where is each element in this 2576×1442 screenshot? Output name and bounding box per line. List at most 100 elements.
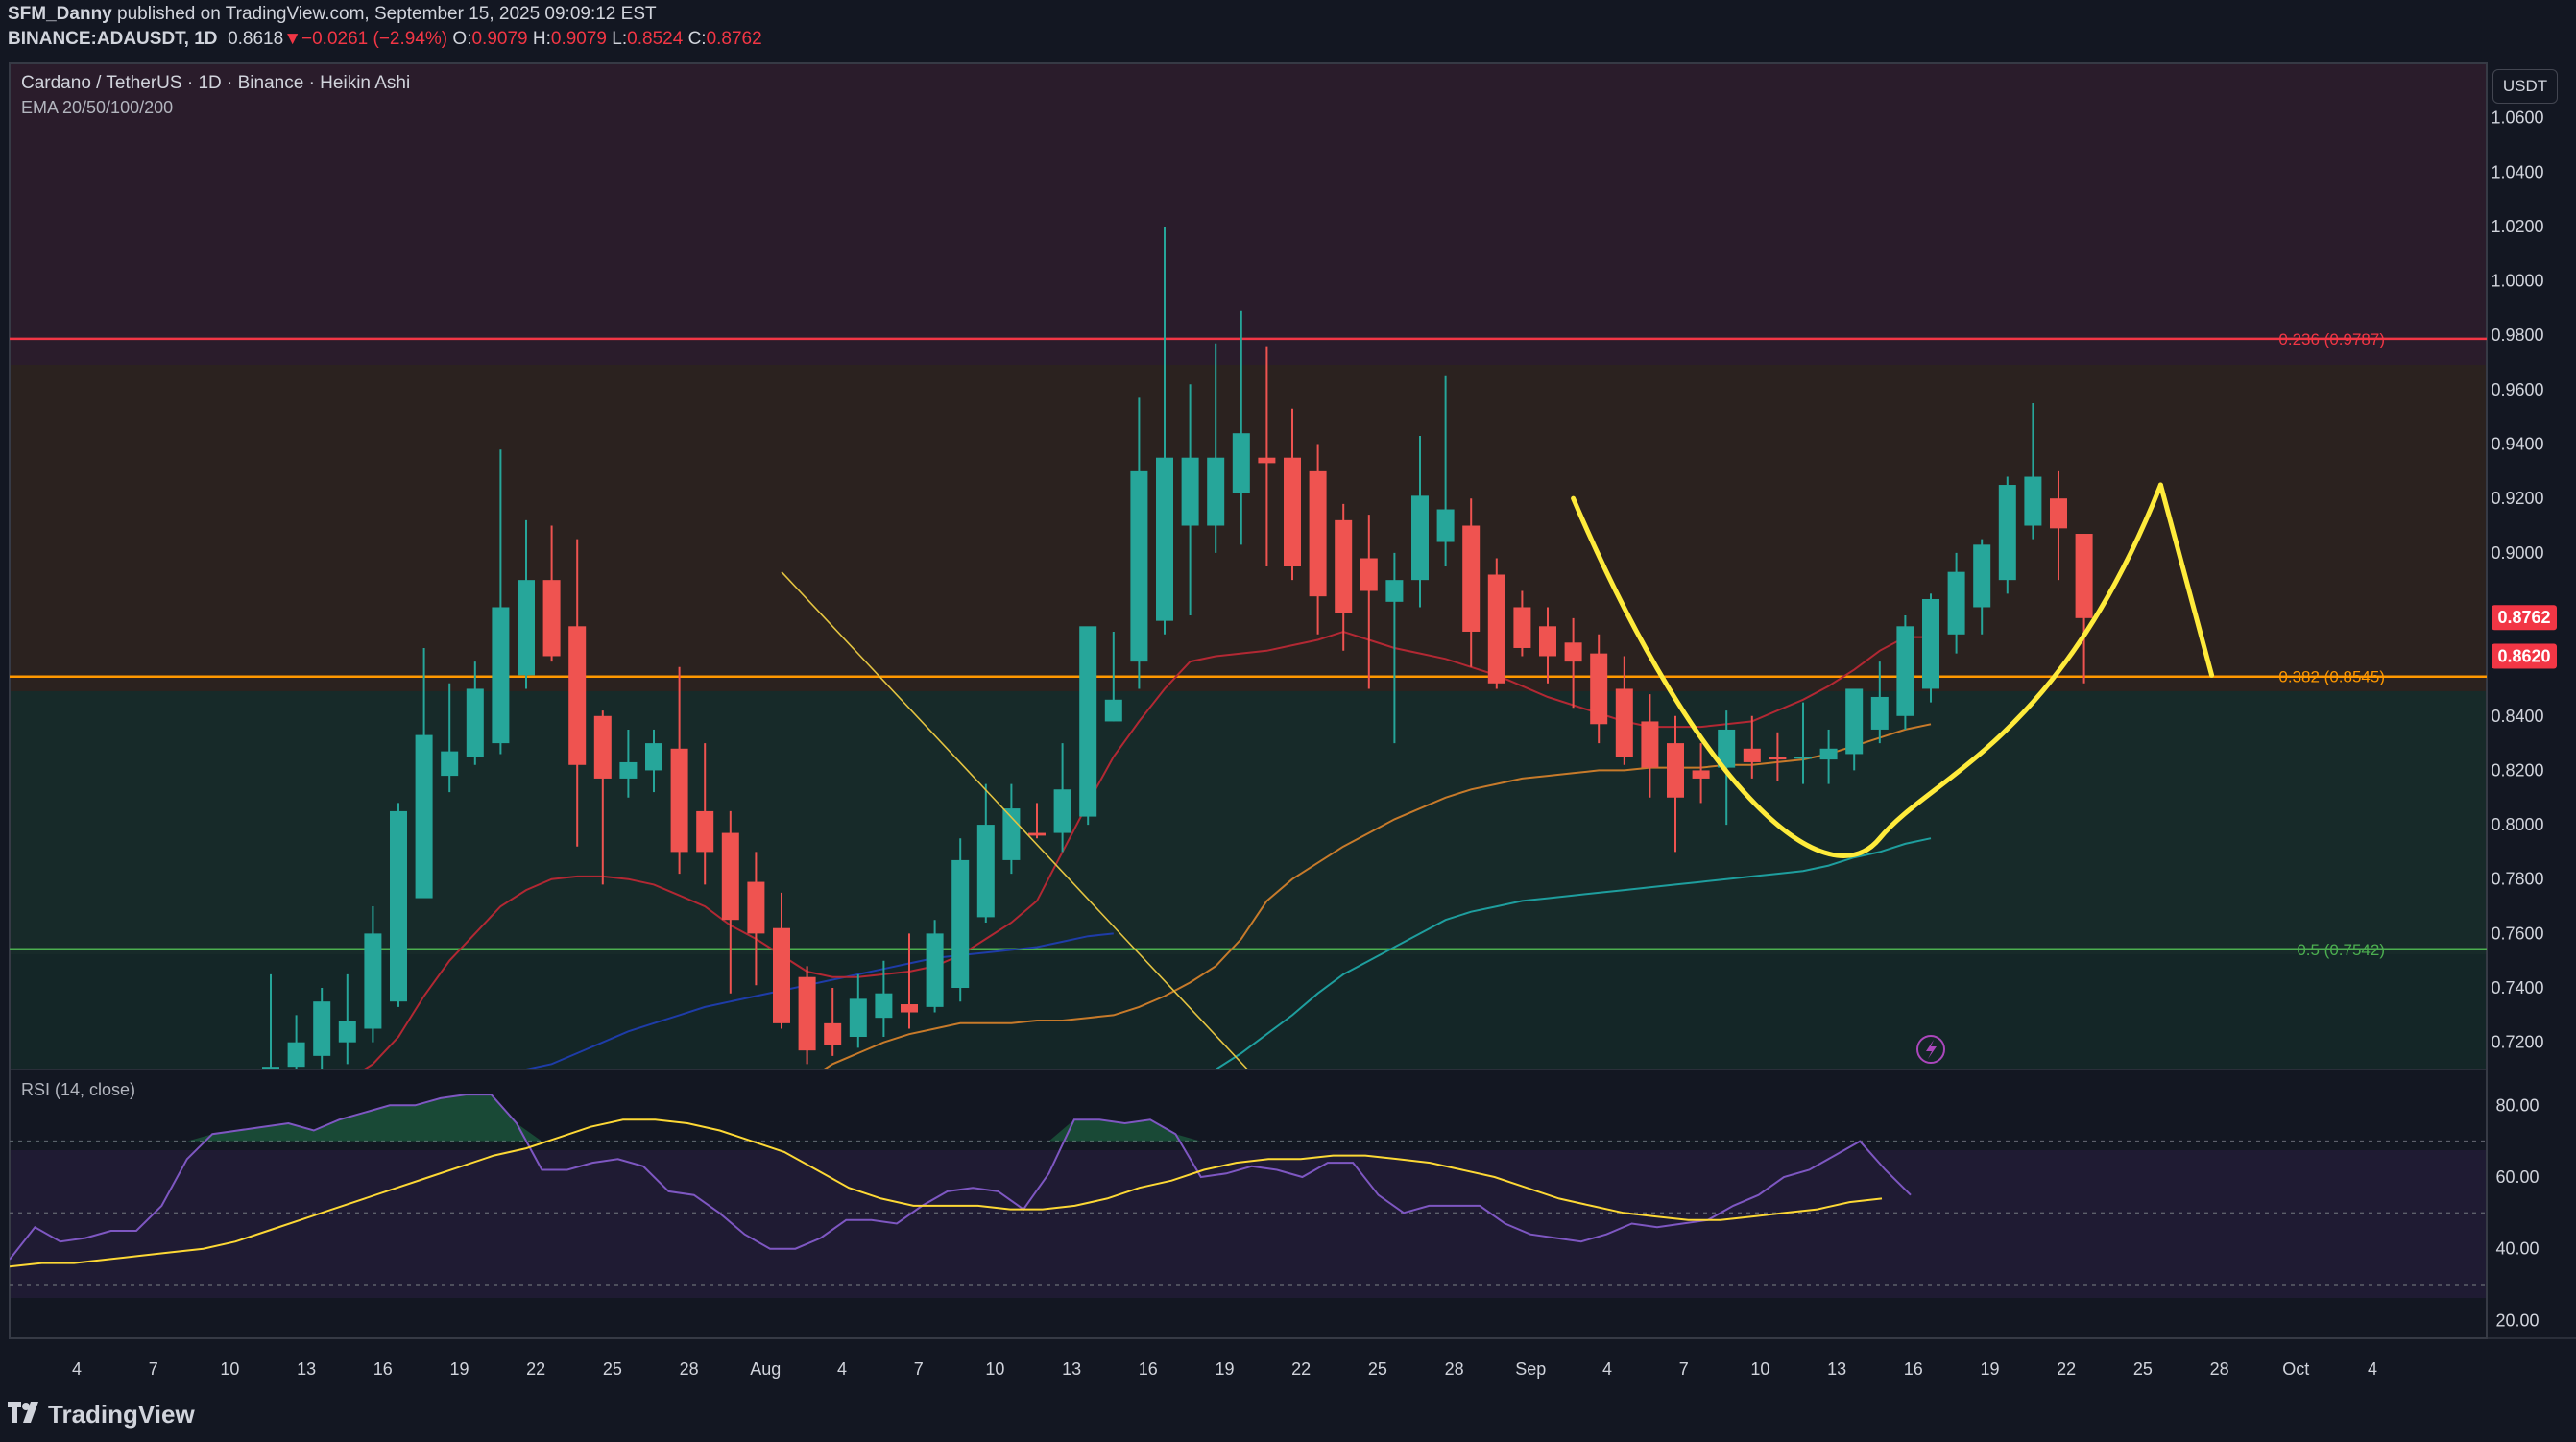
time-tick-label: 4: [837, 1359, 847, 1379]
candle-body: [1130, 470, 1148, 662]
fib-zone-0236: [10, 365, 2487, 691]
time-tick-label: 7: [1679, 1359, 1689, 1379]
time-tick-label: Sep: [1515, 1359, 1546, 1379]
candle[interactable]: [1079, 626, 1097, 826]
time-tick-label: 22: [2057, 1359, 2076, 1379]
price-tick-label: 0.8000: [2491, 815, 2543, 834]
price-tick-label: 0.8400: [2491, 707, 2543, 726]
candle-body: [773, 927, 790, 1023]
candle-body: [1769, 757, 1787, 760]
time-tick-label: 28: [2210, 1359, 2229, 1379]
price-tick-label: 1.0400: [2491, 162, 2543, 181]
candle-body: [313, 1001, 331, 1056]
price-tick-label: 0.7400: [2491, 978, 2543, 997]
price-tick-label: 1.0000: [2491, 272, 2543, 291]
candle-body: [1743, 748, 1761, 762]
candle-body: [441, 751, 459, 777]
time-tick-label: 10: [985, 1359, 1004, 1379]
candle-body: [1947, 571, 1965, 635]
candle-body: [466, 688, 484, 757]
candle-body: [568, 626, 587, 765]
candle-body: [1845, 688, 1864, 755]
candle-body: [1667, 743, 1684, 798]
candle-body: [1692, 770, 1710, 779]
candle[interactable]: [798, 966, 816, 1065]
candle[interactable]: [926, 920, 944, 1013]
fib-zone-top: [10, 63, 2487, 365]
candle-body: [747, 881, 765, 934]
candle[interactable]: [1487, 558, 1505, 689]
price-tick-label: 0.8200: [2491, 760, 2543, 780]
chart-canvas[interactable]: 0.236 (0.9787) 0.382 (0.8545) 0.5 (0.7542)…: [0, 0, 2576, 1442]
price-tick-label: 0.7200: [2491, 1033, 2543, 1052]
price-tick-label: 0.9000: [2491, 543, 2543, 563]
candle-body: [1539, 626, 1556, 657]
candle-body: [1232, 433, 1250, 493]
candle-body: [338, 1021, 356, 1043]
time-tick-label: 13: [1062, 1359, 1081, 1379]
candle-body: [926, 933, 944, 1007]
candle[interactable]: [1922, 593, 1939, 703]
candle-body: [415, 734, 433, 899]
candle-body: [824, 1022, 842, 1045]
candle-body: [1641, 721, 1659, 768]
time-tick-label: 4: [1602, 1359, 1612, 1379]
candle-body: [1513, 607, 1531, 648]
candle-body: [1794, 757, 1812, 759]
candle-body: [1207, 457, 1225, 526]
candle-body: [287, 1042, 305, 1068]
tradingview-brand[interactable]: TradingView: [8, 1400, 195, 1430]
candle-body: [1998, 485, 2016, 581]
time-tick-label: 28: [1445, 1359, 1464, 1379]
time-tick-label: 10: [1750, 1359, 1769, 1379]
rsi-tick-label: 80.00: [2495, 1095, 2539, 1115]
candle-body: [518, 580, 535, 676]
series-title[interactable]: Cardano / TetherUS · 1D · Binance · Heik…: [21, 73, 410, 94]
candle[interactable]: [390, 803, 407, 1007]
candle[interactable]: [1998, 476, 2016, 594]
candle-body: [1258, 457, 1276, 464]
candle-body: [390, 810, 407, 1002]
price-tick-label: 0.9400: [2491, 435, 2543, 454]
candle[interactable]: [1896, 614, 1914, 730]
candle-body: [1028, 832, 1046, 836]
candle-body: [492, 607, 510, 744]
candle-body: [1819, 748, 1838, 760]
candle-body: [875, 993, 893, 1019]
ema-legend[interactable]: EMA 20/50/100/200: [21, 98, 173, 118]
candle-body: [951, 859, 970, 989]
rsi-legend[interactable]: RSI (14, close): [21, 1080, 135, 1100]
tradingview-wordmark: TradingView: [48, 1400, 195, 1429]
candle-body: [721, 832, 739, 921]
time-tick-label: 10: [220, 1359, 239, 1379]
time-tick-label: 19: [449, 1359, 469, 1379]
candle-body: [1436, 509, 1455, 542]
rsi-band: [10, 1150, 2487, 1298]
time-tick-label: 25: [603, 1359, 622, 1379]
candle[interactable]: [951, 838, 970, 1002]
candle-body: [1870, 696, 1889, 730]
candle-body: [1564, 642, 1582, 662]
time-tick-label: 25: [1368, 1359, 1387, 1379]
candle-body: [619, 761, 638, 779]
price-tick-label: 1.0200: [2491, 217, 2543, 236]
candle-body: [1922, 598, 1939, 689]
time-tick-label: 16: [1139, 1359, 1158, 1379]
currency-button[interactable]: USDT: [2492, 69, 2558, 104]
overlays: 0.8762 0.8620: [2492, 605, 2557, 669]
candle-body: [2075, 534, 2093, 618]
candle-body: [1615, 688, 1633, 757]
price-tick-label: 0.9600: [2491, 380, 2543, 399]
candle-body: [364, 933, 382, 1029]
time-tick-label: Aug: [750, 1359, 781, 1379]
candle-body: [1309, 470, 1327, 597]
price-tick-label: 1.0600: [2491, 108, 2543, 128]
candle-body: [1462, 525, 1481, 632]
candle-body: [1053, 789, 1071, 833]
price-tick-label: 0.9200: [2491, 489, 2543, 508]
candle-body: [1411, 495, 1429, 581]
price-tick-label: 0.7800: [2491, 870, 2543, 889]
candle-body: [1360, 558, 1378, 591]
price-tick-label: 0.7600: [2491, 924, 2543, 943]
candle-body: [1896, 626, 1914, 716]
